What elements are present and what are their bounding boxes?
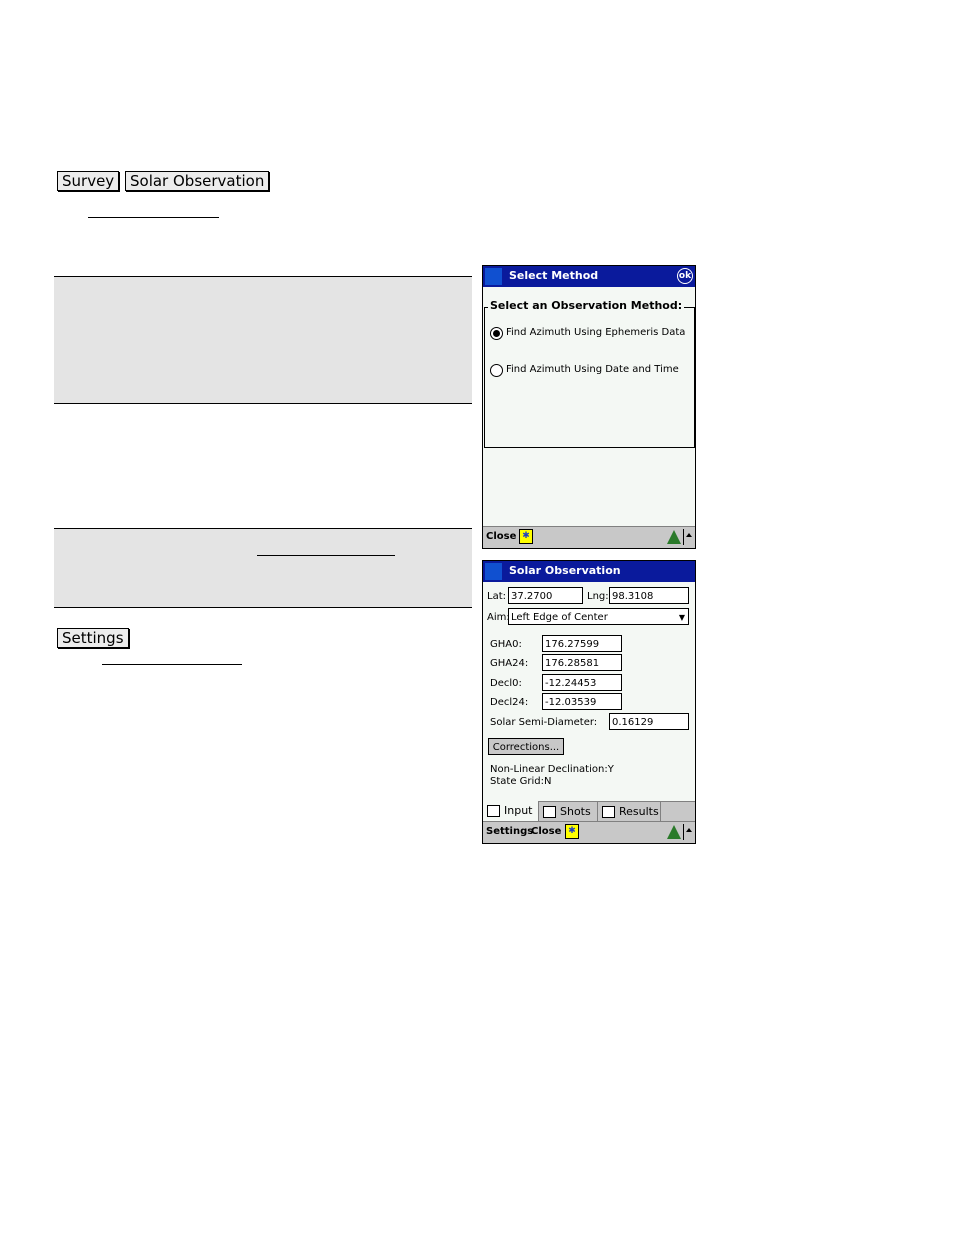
command-bar: Close ✱ <box>483 526 695 548</box>
aim-value: Left Edge of Center <box>511 612 608 623</box>
screen-title: Select Method <box>509 269 599 282</box>
aim-label: Aim: <box>487 612 510 623</box>
gha24-label: GHA24: <box>490 658 529 669</box>
option-date-time-label[interactable]: Find Azimuth Using Date and Time <box>506 364 679 375</box>
decl24-input[interactable]: -12.03539 <box>542 693 622 710</box>
decl0-input[interactable]: -12.24453 <box>542 674 622 691</box>
command-bar: Settings Close ✱ <box>483 821 695 843</box>
gha0-input[interactable]: 176.27599 <box>542 635 622 652</box>
gha24-input[interactable]: 176.28581 <box>542 654 622 671</box>
underline-blank <box>257 555 395 556</box>
sip-arrow-icon[interactable] <box>686 533 692 537</box>
select-method-screen: Select Method ok Select an Observation M… <box>482 265 696 549</box>
tab-bar: Input Shots Results <box>483 801 695 823</box>
radio-date-time[interactable] <box>490 364 503 377</box>
solar-observation-key-button: Solar Observation <box>125 171 270 191</box>
underline-blank <box>102 664 242 665</box>
option-ephemeris-label[interactable]: Find Azimuth Using Ephemeris Data <box>506 327 685 338</box>
group-label: Select an Observation Method: <box>488 299 685 312</box>
tab-results[interactable]: Results <box>598 802 661 822</box>
decl24-label: Decl24: <box>490 697 529 708</box>
separator <box>683 529 684 545</box>
radio-ephemeris[interactable] <box>490 327 503 340</box>
semi-diameter-input[interactable]: 0.16129 <box>609 713 689 730</box>
lng-input[interactable]: 98.3108 <box>609 587 689 604</box>
title-bar: Select Method ok <box>483 266 695 287</box>
survey-key-button: Survey <box>57 171 120 191</box>
survey-pro-icon[interactable] <box>667 825 681 839</box>
tab-shots-label: Shots <box>560 805 591 818</box>
settings-menu[interactable]: Settings <box>486 826 533 837</box>
gha0-label: GHA0: <box>490 639 522 650</box>
settings-key-button: Settings <box>57 628 129 648</box>
separator <box>683 824 684 840</box>
start-menu-icon[interactable] <box>485 268 502 285</box>
close-menu[interactable]: Close <box>531 826 561 837</box>
input-panel-icon[interactable]: ✱ <box>519 529 533 544</box>
corrections-button[interactable]: Corrections... <box>488 738 564 755</box>
state-grid-status: State Grid:N <box>490 776 552 787</box>
solar-observation-screen: Solar Observation Lat: 37.2700 Lng: 98.3… <box>482 560 696 844</box>
start-menu-icon[interactable] <box>485 563 502 580</box>
tab-input[interactable]: Input <box>483 801 539 822</box>
ok-button[interactable]: ok <box>677 268 693 284</box>
lng-label: Lng: <box>587 591 609 602</box>
tab-input-label: Input <box>504 804 533 817</box>
report-icon <box>602 806 615 818</box>
dropdown-arrow-icon[interactable]: ▼ <box>679 609 685 626</box>
shaded-row-3 <box>54 529 472 607</box>
decl0-label: Decl0: <box>490 678 522 689</box>
tab-shots[interactable]: Shots <box>539 802 598 822</box>
input-panel-icon[interactable]: ✱ <box>565 824 579 839</box>
semi-diameter-label: Solar Semi-Diameter: <box>490 717 598 728</box>
table-rule <box>54 403 472 404</box>
tab-results-label: Results <box>619 805 659 818</box>
form-icon <box>543 806 556 818</box>
lat-label: Lat: <box>487 591 506 602</box>
screen-title: Solar Observation <box>509 564 621 577</box>
survey-pro-icon[interactable] <box>667 530 681 544</box>
form-icon <box>487 805 500 817</box>
close-menu[interactable]: Close <box>486 531 516 542</box>
nonlinear-declination-status: Non-Linear Declination:Y <box>490 764 614 775</box>
aim-select[interactable]: Left Edge of Center ▼ <box>508 608 689 625</box>
sip-arrow-icon[interactable] <box>686 828 692 832</box>
table-rule-bottom <box>54 607 472 608</box>
shaded-row-1 <box>54 277 472 403</box>
lat-input[interactable]: 37.2700 <box>508 587 583 604</box>
underline-blank <box>88 217 219 218</box>
title-bar: Solar Observation <box>483 561 695 582</box>
